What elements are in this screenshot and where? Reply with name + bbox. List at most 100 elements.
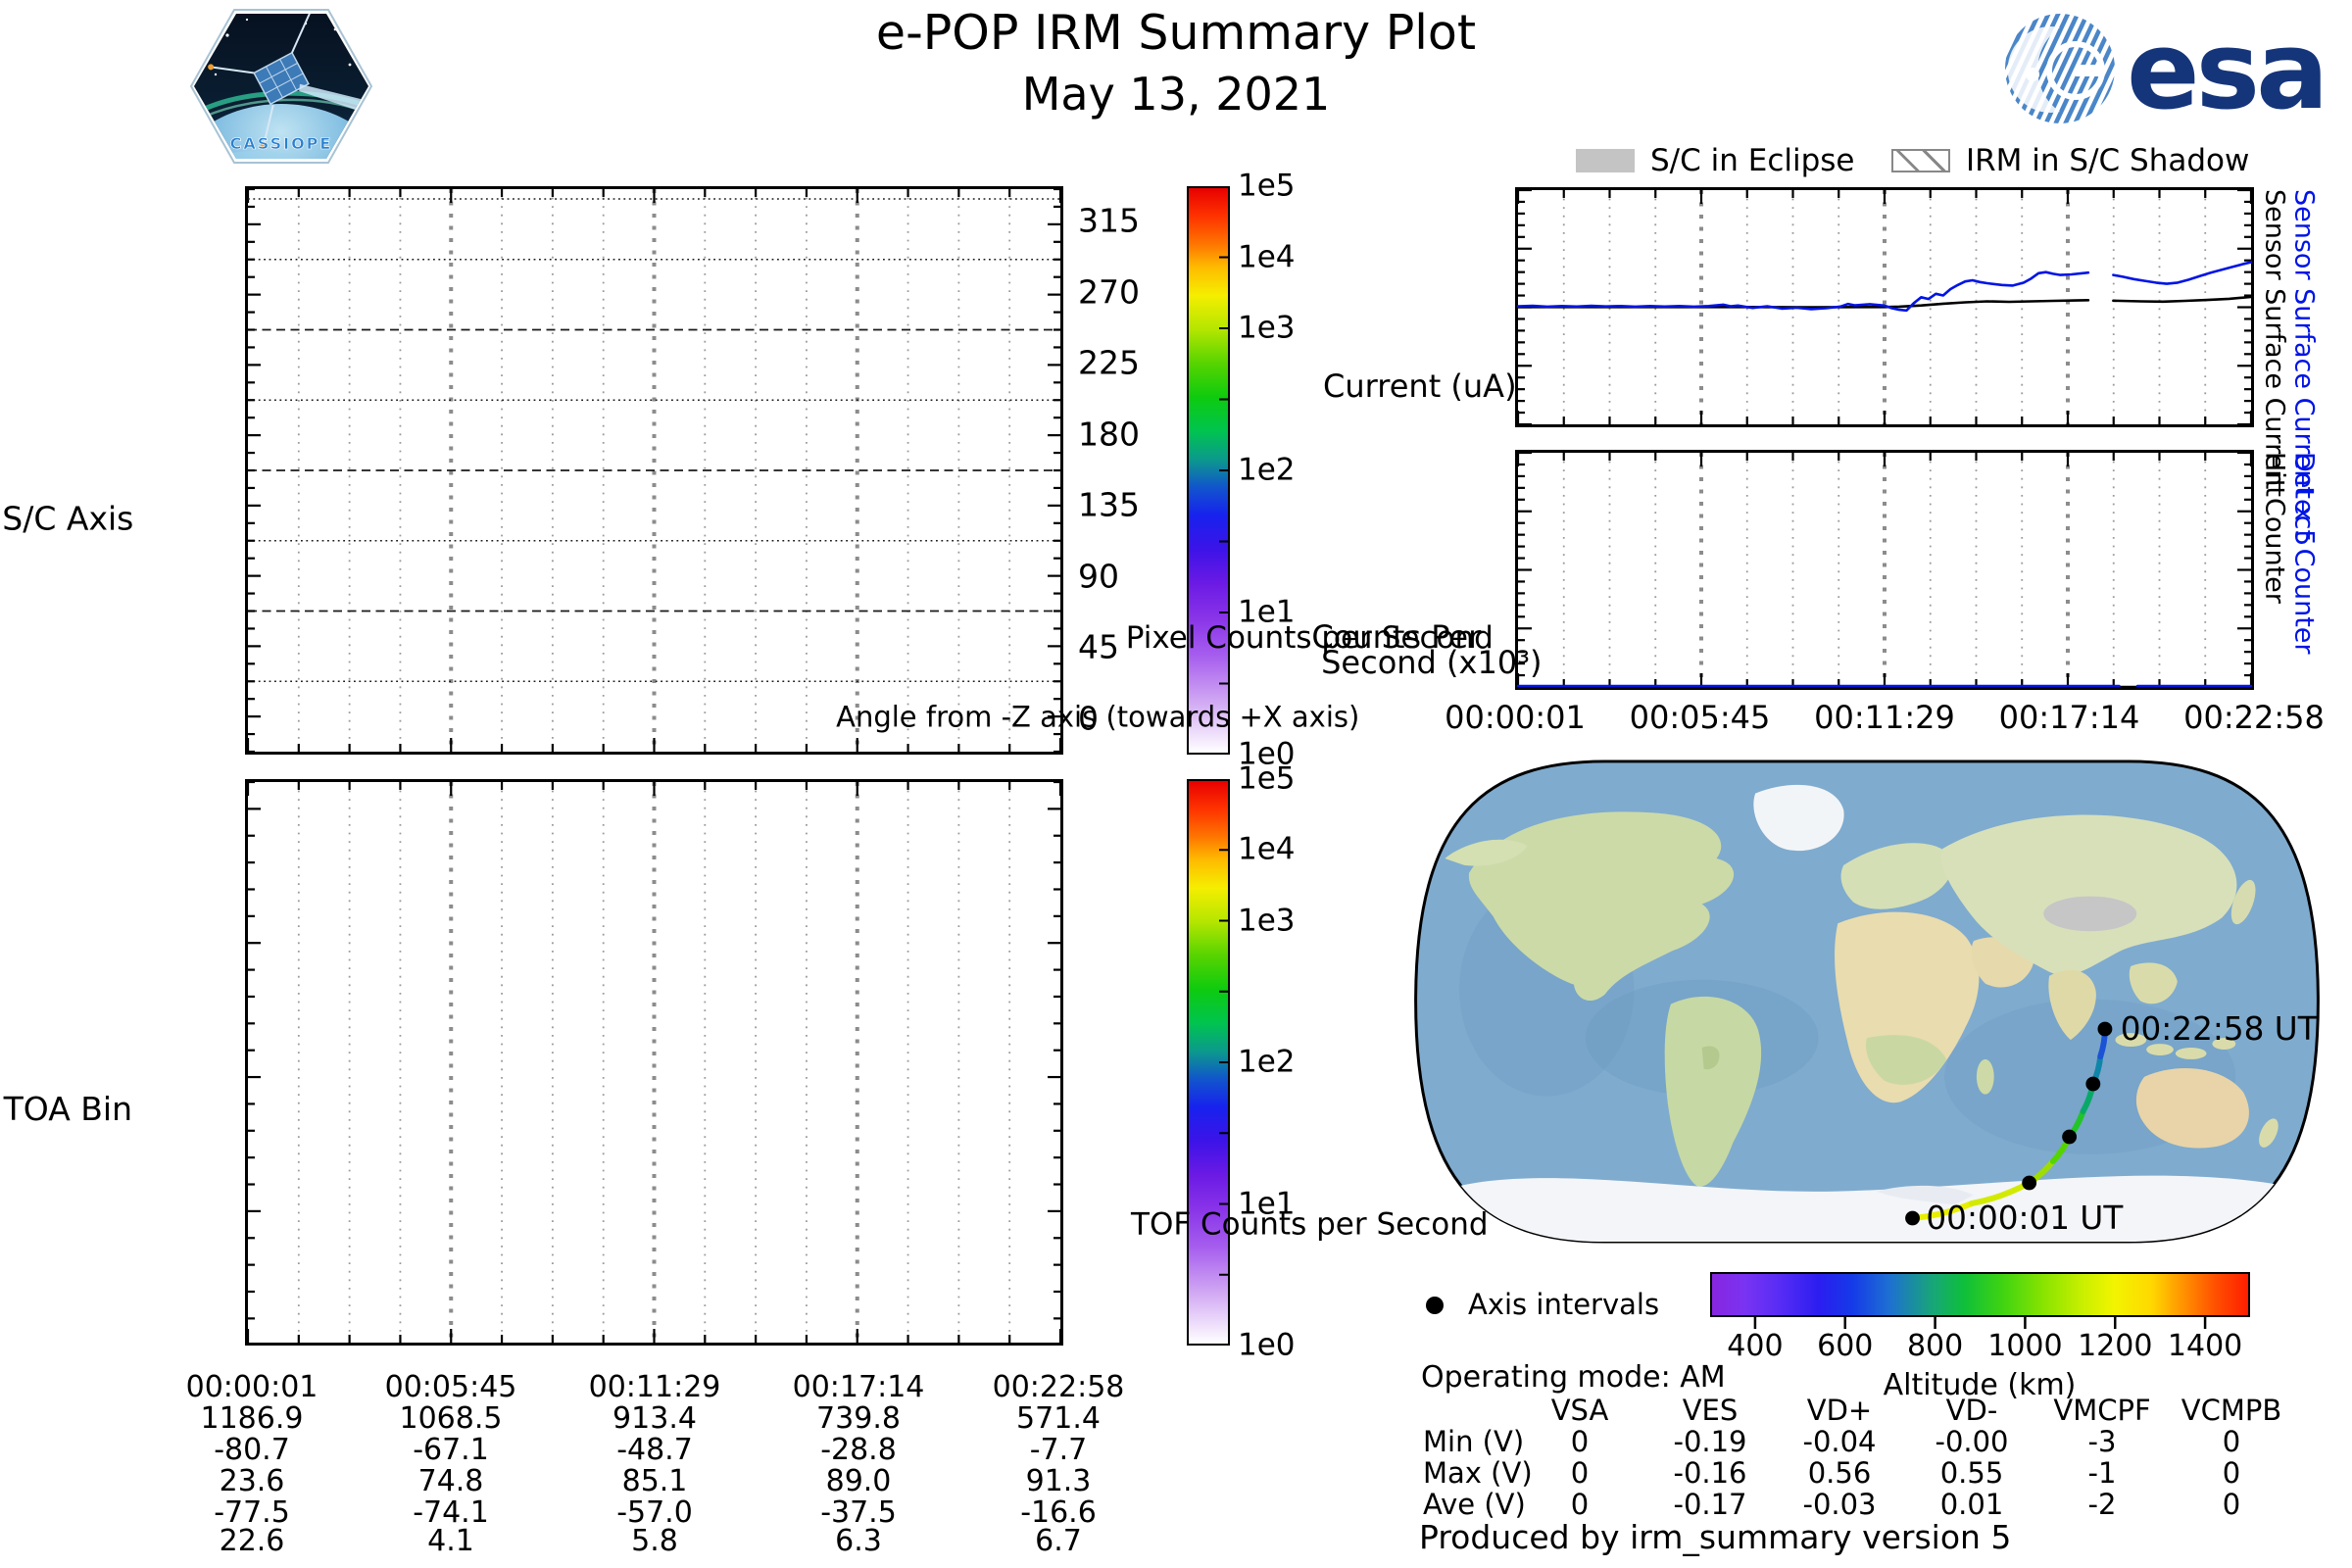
tof-cbar-tick-label: 1e5: [1238, 763, 1296, 796]
right-xtick-label: 00:11:29: [1814, 702, 1955, 735]
voltage-cell: -0.17: [1673, 1490, 1746, 1519]
shadow-legend-label: IRM in S/C Shadow: [1966, 145, 2249, 177]
angle-tick-label: 0: [1078, 702, 1099, 736]
axis-interval-dot: [2022, 1176, 2036, 1191]
ephemeris-cell: -67.1: [413, 1435, 489, 1466]
detect-counter-label: Detect Counter: [2289, 452, 2317, 655]
voltage-cell: -0.03: [1802, 1490, 1876, 1519]
ephemeris-cell: 1068.5: [400, 1403, 503, 1435]
voltage-cell: -0.04: [1802, 1427, 1876, 1456]
voltage-cell: -2: [2088, 1490, 2117, 1519]
track-end-label: 00:22:58 UT: [2121, 1010, 2319, 1048]
operating-mode: Operating mode: AM: [1421, 1362, 1726, 1394]
ephemeris-cell: 00:17:14: [793, 1372, 925, 1403]
angle-tick-label: 225: [1078, 347, 1140, 381]
voltage-row-label: Min (V): [1423, 1427, 1524, 1456]
pixel-cbar-tick-label: 1e5: [1238, 171, 1296, 203]
voltage-col-header: VD-: [1946, 1396, 1998, 1425]
ephemeris-cell: -28.8: [820, 1435, 897, 1466]
pixel-cbar-tick-label: 1e4: [1238, 241, 1296, 273]
voltage-cell: 0: [1571, 1490, 1589, 1519]
axis-intervals-dot: [1421, 1286, 1460, 1325]
ephemeris-cell: 1186.9: [201, 1403, 304, 1435]
tof-cbar-tick-label: 1e1: [1238, 1188, 1296, 1220]
right-xtick-label: 00:17:14: [1999, 702, 2140, 735]
ephemeris-cell: 89.0: [826, 1466, 892, 1497]
ephemeris-cell: 00:22:58: [993, 1372, 1125, 1403]
right-xtick-label: 00:05:45: [1630, 702, 1771, 735]
tof-cbar-tick-label: 1e3: [1238, 905, 1296, 937]
angle-tick-label: 135: [1078, 489, 1140, 523]
ephemeris-cell: 5.8: [631, 1526, 678, 1557]
axis-interval-dot: [2085, 1077, 2100, 1092]
altitude-colorbar: [1710, 1272, 2250, 1317]
current-ylabel: Current (uA): [1323, 370, 1517, 404]
voltage-cell: 0: [2223, 1458, 2240, 1488]
ephemeris-cell: 913.4: [612, 1403, 697, 1435]
ephemeris-cell: 23.6: [220, 1466, 285, 1497]
voltage-cell: 0: [2223, 1427, 2240, 1456]
eclipse-legend-label: S/C in Eclipse: [1650, 145, 1855, 177]
angle-tick-label: 90: [1078, 560, 1119, 594]
ephemeris-cell: -80.7: [214, 1435, 290, 1466]
tof-cbar-tick-label: 1e4: [1238, 834, 1296, 866]
ephemeris-cell: 6.3: [835, 1526, 882, 1557]
voltage-cell: 0: [1571, 1458, 1589, 1488]
pixel-cbar-tick-label: 1e3: [1238, 313, 1296, 345]
altitude-tick-label: 800: [1907, 1331, 1963, 1362]
right-xtick-label: 00:22:58: [2183, 702, 2325, 735]
esa-wordmark: esa: [2127, 8, 2325, 133]
cassiope-patch-graphic: CASSIOPE: [188, 6, 374, 167]
current-plot: [1515, 187, 2254, 427]
page-title: e-POP IRM Summary Plot: [876, 8, 1476, 58]
altitude-tick-label: 1000: [1987, 1331, 2062, 1362]
ephemeris-cell: 22.6: [220, 1526, 285, 1557]
voltage-cell: -0.16: [1673, 1458, 1746, 1488]
angle-tick-label: 270: [1078, 275, 1140, 310]
ephemeris-cell: 571.4: [1016, 1403, 1101, 1435]
footer-version: Produced by irm_summary version 5: [1419, 1521, 2011, 1555]
page-date: May 13, 2021: [1022, 71, 1331, 118]
shadow-legend-swatch: [1891, 149, 1950, 172]
pixel-cbar-tick-label: 1e1: [1238, 597, 1296, 629]
toa-plot: [245, 779, 1063, 1346]
ephemeris-cell: 6.7: [1035, 1526, 1082, 1557]
axis-interval-dot: [2097, 1022, 2112, 1037]
ephemeris-cell: 74.8: [418, 1466, 484, 1497]
altitude-tick-label: 400: [1727, 1331, 1783, 1362]
sensor-surface-current-label: Sensor Surface Current: [2260, 189, 2287, 497]
voltage-col-header: VMCPF: [2053, 1396, 2150, 1425]
right-xtick-label: 00:00:01: [1445, 702, 1586, 735]
voltage-cell: -0.19: [1673, 1427, 1746, 1456]
voltage-col-header: VCMPB: [2181, 1396, 2282, 1425]
toa-ylabel: TOA Bin: [4, 1093, 132, 1127]
voltage-row-label: Max (V): [1423, 1458, 1533, 1488]
voltage-row-label: Ave (V): [1423, 1490, 1526, 1519]
angle-tick-label: 180: [1078, 417, 1140, 452]
altitude-tick-label: 600: [1817, 1331, 1873, 1362]
altitude-tick-label: 1400: [2168, 1331, 2242, 1362]
eclipse-legend-swatch: [1576, 149, 1635, 172]
ephemeris-cell: 85.1: [622, 1466, 688, 1497]
esa-logo: esa: [1999, 10, 2348, 129]
esa-logo-graphic: esa: [1999, 10, 2348, 129]
axis-interval-dot: [2062, 1130, 2077, 1145]
sc-axis-ylabel: S/C Axis: [2, 502, 133, 536]
angle-tick-label: 315: [1078, 205, 1140, 239]
voltage-col-header: VSA: [1551, 1396, 1609, 1425]
voltage-cell: 0: [2223, 1490, 2240, 1519]
cassiope-wordmark: CASSIOPE: [230, 134, 333, 153]
pixel-cbar-tick-label: 1e2: [1238, 455, 1296, 487]
world-map-graphic: 00:00:01 UT 00:22:58 UT: [1406, 757, 2328, 1247]
voltage-cell: -0.00: [1935, 1427, 2008, 1456]
track-start-label: 00:00:01 UT: [1926, 1200, 2124, 1237]
counts-plot: [1515, 450, 2254, 690]
voltage-cell: 0.01: [1940, 1490, 2004, 1519]
ephemeris-cell: 00:05:45: [385, 1372, 517, 1403]
ephemeris-cell: 00:00:01: [186, 1372, 318, 1403]
ephemeris-cell: -7.7: [1030, 1435, 1088, 1466]
tof-cbar-tick-label: 1e2: [1238, 1047, 1296, 1079]
axis-intervals-label: Axis intervals: [1468, 1290, 1659, 1319]
angle-tick-label: 45: [1078, 631, 1119, 665]
axis-interval-dot: [1905, 1211, 1920, 1226]
